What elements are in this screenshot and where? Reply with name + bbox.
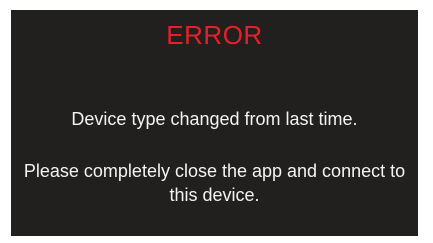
error-title: ERROR [166, 20, 263, 50]
error-instruction: Please completely close the app and conn… [23, 161, 406, 205]
error-dialog: ERROR Device type changed from last time… [11, 10, 418, 236]
error-message: Device type changed from last time. [71, 109, 358, 129]
